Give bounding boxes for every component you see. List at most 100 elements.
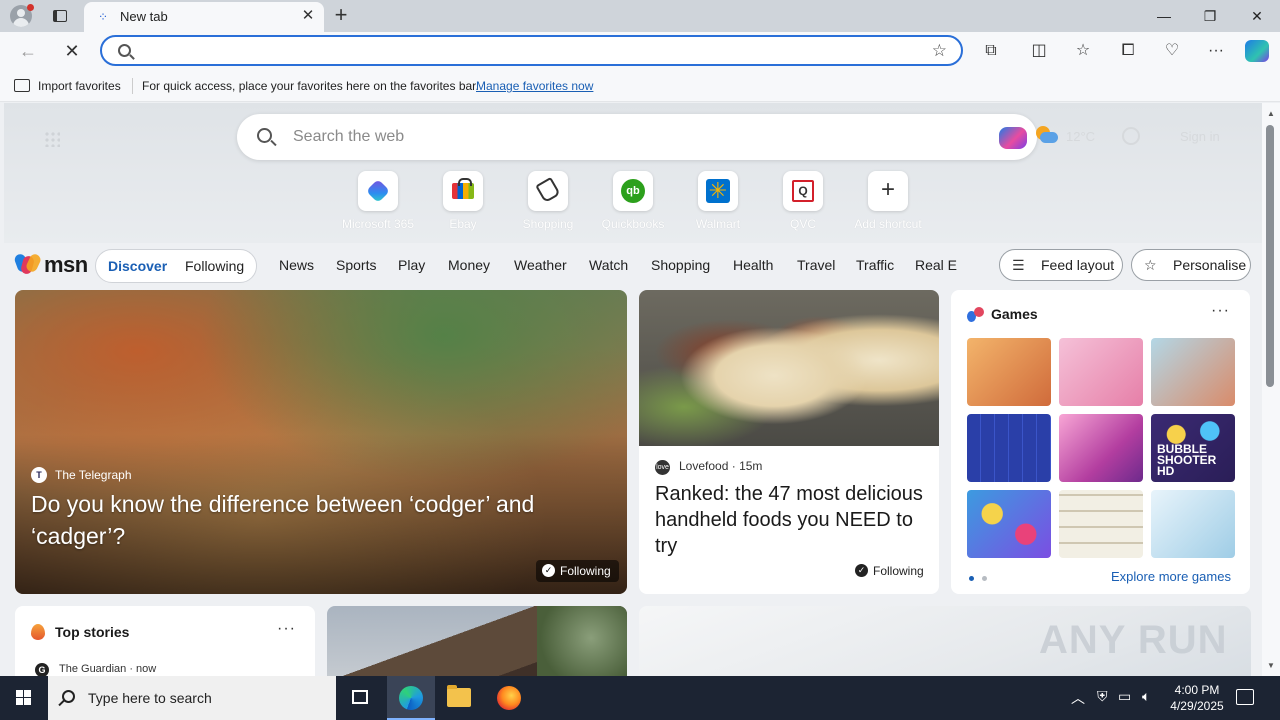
address-bar[interactable]: ☆ (100, 35, 963, 66)
following-badge[interactable]: Following (849, 560, 932, 582)
more-menu-icon[interactable]: ··· (1204, 40, 1228, 62)
network-icon[interactable]: ▭ (1118, 688, 1131, 705)
shortcut-ebay[interactable]: Ebay (423, 171, 503, 231)
add-shortcut-button[interactable]: + Add shortcut (848, 171, 928, 231)
nav-traffic[interactable]: Traffic (856, 257, 894, 273)
shortcut-label: Add shortcut (854, 217, 922, 231)
taskbar-edge[interactable] (387, 676, 435, 720)
sign-in-button[interactable]: Sign in (1180, 129, 1220, 144)
web-search-input[interactable]: Search the web (293, 128, 404, 146)
game-tile[interactable] (1151, 490, 1235, 558)
task-view-button[interactable] (336, 676, 384, 720)
split-screen-icon[interactable]: ◫ (1027, 40, 1051, 62)
settings-gear-icon[interactable] (1122, 127, 1140, 145)
more-options-icon[interactable]: ··· (1211, 302, 1230, 320)
copilot-search-icon[interactable] (999, 127, 1027, 149)
taskbar-firefox[interactable] (485, 676, 533, 720)
scroll-up-icon[interactable]: ▲ (1266, 109, 1276, 118)
food-article-card[interactable]: love Lovefood · 15m Ranked: the 47 most … (639, 290, 939, 594)
tab-close-icon[interactable]: ✕ (298, 6, 318, 26)
game-tile[interactable] (1059, 338, 1143, 406)
following-badge[interactable]: Following (536, 560, 619, 582)
explore-more-games-link[interactable]: Explore more games (1111, 569, 1231, 584)
nav-shopping[interactable]: Shopping (651, 257, 710, 273)
shortcut-quickbooks[interactable]: qb Quickbooks (593, 171, 673, 231)
article-image-card[interactable] (327, 606, 627, 676)
taskbar-file-explorer[interactable] (435, 676, 483, 720)
tab-actions-icon[interactable] (48, 6, 72, 26)
article-title[interactable]: Do you know the difference between ‘codg… (31, 488, 601, 552)
shortcut-label: Ebay (449, 217, 477, 231)
back-button[interactable]: ← (14, 37, 42, 65)
copilot-icon[interactable] (1245, 40, 1269, 62)
notification-center-icon[interactable] (1236, 689, 1254, 705)
taskbar-search-box[interactable]: Type here to search (48, 676, 336, 720)
loading-icon: ⁘ (98, 10, 109, 24)
maximize-button[interactable]: ❐ (1187, 0, 1233, 32)
system-clock[interactable]: 4:00 PM 4/29/2025 (1166, 682, 1228, 714)
task-view-icon (352, 690, 368, 704)
shortcut-shopping[interactable]: Shopping (508, 171, 588, 231)
shortcut-walmart[interactable]: ✳ Walmart (678, 171, 758, 231)
game-tile[interactable] (967, 490, 1051, 558)
scroll-thumb[interactable] (1266, 125, 1274, 387)
tab-discover[interactable]: Discover (108, 258, 167, 274)
stop-loading-button[interactable]: ✕ (58, 37, 86, 65)
game-tile[interactable] (967, 338, 1051, 406)
shortcut-qvc[interactable]: Q QVC (763, 171, 843, 231)
collections-icon[interactable]: ⧠ (1116, 40, 1140, 62)
scroll-down-icon[interactable]: ▼ (1266, 661, 1276, 670)
nav-money[interactable]: Money (448, 257, 490, 273)
vertical-scrollbar[interactable]: ▲ ▼ (1262, 103, 1280, 676)
extensions-icon[interactable]: ⧉ (979, 40, 1003, 62)
msn-navigation: msn Discover Following News Sports Play … (4, 243, 1262, 287)
weather-icon[interactable] (1034, 126, 1058, 144)
security-icon[interactable]: ⛨ (1097, 688, 1108, 705)
nav-watch[interactable]: Watch (589, 257, 628, 273)
start-button[interactable] (0, 676, 48, 720)
browser-essentials-icon[interactable]: ♡ (1160, 40, 1184, 62)
personalise-button[interactable]: ☆ Personalise (1131, 249, 1251, 281)
minimize-button[interactable]: — (1141, 0, 1187, 32)
temperature[interactable]: 12°C (1066, 129, 1095, 144)
volume-icon[interactable]: 🔈︎ (1142, 688, 1150, 705)
favorite-star-icon[interactable]: ☆ (932, 41, 947, 61)
article-title[interactable]: Ranked: the 47 most delicious handheld f… (655, 481, 925, 559)
windows-taskbar: Type here to search ︿ ⛨ ▭ 🔈︎ 4:00 PM 4/2… (0, 676, 1280, 720)
tab-new-tab[interactable]: ⁘ New tab ✕ (84, 2, 324, 32)
game-tile[interactable]: BUBBLE SHOOTER HD (1151, 414, 1235, 482)
new-tab-button[interactable]: + (328, 4, 354, 28)
feed-layout-button[interactable]: ☰ Feed layout (999, 249, 1123, 281)
import-favorites-button[interactable]: Import favorites (38, 79, 121, 93)
tab-following[interactable]: Following (185, 258, 244, 274)
show-hidden-icons-chevron-icon[interactable]: ︿ (1071, 688, 1085, 708)
favorites-icon[interactable]: ☆ (1071, 40, 1095, 62)
nav-weather[interactable]: Weather (514, 257, 567, 273)
nav-sports[interactable]: Sports (336, 257, 376, 273)
web-search-box[interactable]: Search the web (237, 114, 1037, 160)
shortcut-microsoft-365[interactable]: Microsoft 365 (338, 171, 418, 231)
sliders-icon: ☰ (1012, 257, 1025, 273)
close-window-button[interactable]: ✕ (1234, 0, 1280, 32)
nav-play[interactable]: Play (398, 257, 425, 273)
more-options-icon[interactable]: ··· (277, 620, 296, 638)
nav-real-estate[interactable]: Real E (915, 257, 957, 273)
shortcut-label: QVC (789, 217, 816, 231)
shortcut-label: Shopping (522, 217, 574, 231)
nav-health[interactable]: Health (733, 257, 773, 273)
app-launcher-icon[interactable] (44, 131, 60, 147)
feed-toggle: Discover Following (95, 249, 257, 283)
lovefood-logo-icon: love (655, 460, 670, 475)
game-tile[interactable] (1059, 490, 1143, 558)
telegraph-logo-icon: T (31, 467, 47, 483)
manage-favorites-link[interactable]: Manage favorites now (476, 79, 593, 93)
game-tile[interactable] (1151, 338, 1235, 406)
game-tile[interactable] (967, 414, 1051, 482)
top-stories-card: Top stories ··· G The Guardian · now (15, 606, 315, 676)
taskbar-search-input[interactable]: Type here to search (88, 690, 212, 706)
game-tile[interactable] (1059, 414, 1143, 482)
article-image-card[interactable]: ANY RUN (639, 606, 1251, 676)
hero-article-card[interactable]: T The Telegraph Do you know the differen… (15, 290, 627, 594)
nav-news[interactable]: News (279, 257, 314, 273)
nav-travel[interactable]: Travel (797, 257, 835, 273)
